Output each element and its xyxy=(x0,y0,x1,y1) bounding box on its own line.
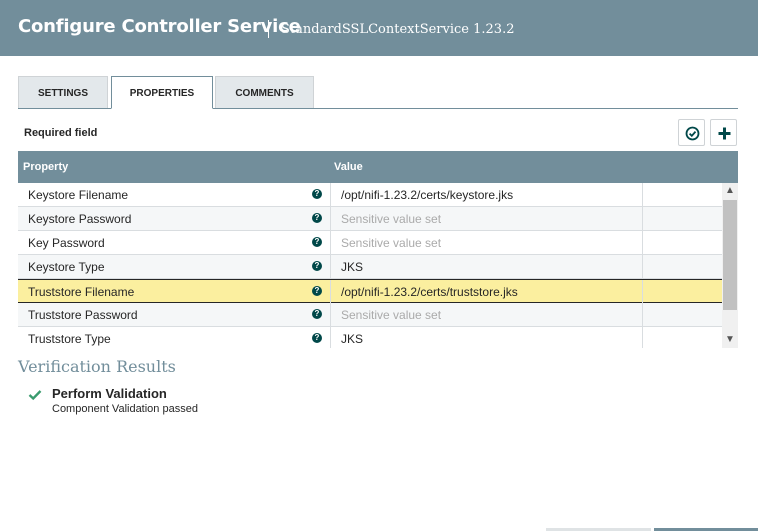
property-value[interactable]: Sensitive value set xyxy=(341,308,441,322)
help-icon[interactable]: ? xyxy=(312,237,322,247)
column-divider xyxy=(330,280,331,304)
property-name: Key Password xyxy=(28,236,105,250)
column-divider xyxy=(642,183,643,207)
property-row-keystore-filename[interactable]: Keystore Filename ? /opt/nifi-1.23.2/cer… xyxy=(18,183,722,207)
add-property-button[interactable] xyxy=(710,119,737,146)
property-row-keystore-password[interactable]: Keystore Password ? Sensitive value set xyxy=(18,207,722,231)
column-divider xyxy=(642,327,643,348)
column-divider xyxy=(642,231,643,255)
dialog-title: Configure Controller Service xyxy=(18,16,301,37)
column-divider xyxy=(642,280,643,304)
scroll-down-arrow-icon[interactable]: ▼ xyxy=(722,332,738,348)
properties-grid-header: Property Value xyxy=(18,151,738,183)
property-row-truststore-password[interactable]: Truststore Password ? Sensitive value se… xyxy=(18,303,722,327)
property-name: Keystore Password xyxy=(28,212,132,226)
property-row-truststore-filename[interactable]: Truststore Filename ? /opt/nifi-1.23.2/c… xyxy=(18,279,722,304)
property-row-truststore-type[interactable]: Truststore Type ? JKS xyxy=(18,327,722,348)
help-icon[interactable]: ? xyxy=(312,309,322,319)
property-value[interactable]: JKS xyxy=(341,260,363,274)
validation-name: Perform Validation xyxy=(52,386,167,401)
title-separator xyxy=(268,20,269,38)
check-circle-icon xyxy=(685,126,700,141)
validation-message: Component Validation passed xyxy=(52,403,198,415)
tab-comments[interactable]: COMMENTS xyxy=(215,76,314,108)
column-header-value[interactable]: Value xyxy=(334,161,363,173)
scroll-thumb[interactable] xyxy=(723,200,737,310)
property-value[interactable]: /opt/nifi-1.23.2/certs/keystore.jks xyxy=(341,188,513,202)
column-divider xyxy=(642,303,643,327)
checkmark-icon xyxy=(28,390,42,401)
grid-scrollbar[interactable]: ▲ ▼ xyxy=(722,183,738,348)
property-name: Keystore Filename xyxy=(28,188,129,202)
plus-icon xyxy=(718,127,731,140)
property-name: Truststore Type xyxy=(28,332,111,346)
property-value[interactable]: /opt/nifi-1.23.2/certs/truststore.jks xyxy=(341,285,518,299)
dialog-subtitle: StandardSSLContextService 1.23.2 xyxy=(281,22,515,37)
scroll-up-arrow-icon[interactable]: ▲ xyxy=(722,183,738,199)
verify-button[interactable] xyxy=(678,119,705,146)
property-name: Truststore Password xyxy=(28,308,138,322)
column-header-property[interactable]: Property xyxy=(23,161,68,173)
property-row-keystore-type[interactable]: Keystore Type ? JKS xyxy=(18,255,722,279)
column-divider xyxy=(330,207,331,231)
column-divider xyxy=(330,231,331,255)
column-divider xyxy=(330,255,331,279)
verification-results-title: Verification Results xyxy=(18,357,176,376)
property-row-key-password[interactable]: Key Password ? Sensitive value set xyxy=(18,231,722,255)
tab-properties[interactable]: PROPERTIES xyxy=(111,76,213,109)
column-divider xyxy=(642,255,643,279)
tab-bar: SETTINGS PROPERTIES COMMENTS xyxy=(18,76,738,109)
properties-grid: Keystore Filename ? /opt/nifi-1.23.2/cer… xyxy=(18,183,738,348)
help-icon[interactable]: ? xyxy=(312,213,322,223)
column-divider xyxy=(330,303,331,327)
required-field-label: Required field xyxy=(24,127,98,139)
help-icon[interactable]: ? xyxy=(312,333,322,343)
property-value[interactable]: Sensitive value set xyxy=(341,212,441,226)
property-name: Truststore Filename xyxy=(28,285,135,299)
help-icon[interactable]: ? xyxy=(312,261,322,271)
tab-settings[interactable]: SETTINGS xyxy=(18,76,108,108)
property-value[interactable]: JKS xyxy=(341,332,363,346)
column-divider xyxy=(642,207,643,231)
help-icon[interactable]: ? xyxy=(312,189,322,199)
property-value[interactable]: Sensitive value set xyxy=(341,236,441,250)
property-name: Keystore Type xyxy=(28,260,105,274)
help-icon[interactable]: ? xyxy=(312,286,322,296)
dialog-header: Configure Controller Service StandardSSL… xyxy=(0,0,758,56)
column-divider xyxy=(330,183,331,207)
column-divider xyxy=(330,327,331,348)
